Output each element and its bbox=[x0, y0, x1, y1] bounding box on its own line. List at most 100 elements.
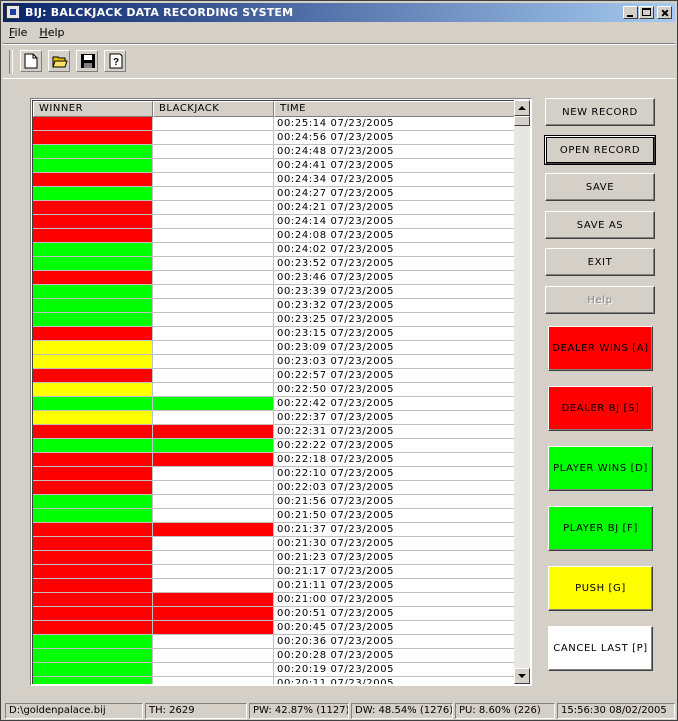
time-cell[interactable]: 00:23:52 07/23/2005 bbox=[274, 257, 516, 271]
winner-cell[interactable] bbox=[33, 229, 153, 243]
app-icon[interactable] bbox=[6, 5, 20, 19]
blackjack-cell[interactable] bbox=[153, 537, 274, 551]
time-cell[interactable]: 00:24:27 07/23/2005 bbox=[274, 187, 516, 201]
winner-cell[interactable] bbox=[33, 467, 153, 481]
table-row[interactable]: 00:23:46 07/23/2005 bbox=[33, 271, 516, 285]
table-row[interactable]: 00:20:51 07/23/2005 bbox=[33, 607, 516, 621]
table-row[interactable]: 00:24:08 07/23/2005 bbox=[33, 229, 516, 243]
winner-cell[interactable] bbox=[33, 411, 153, 425]
time-cell[interactable]: 00:21:11 07/23/2005 bbox=[274, 579, 516, 593]
winner-cell[interactable] bbox=[33, 593, 153, 607]
blackjack-cell[interactable] bbox=[153, 579, 274, 593]
blackjack-cell[interactable] bbox=[153, 411, 274, 425]
winner-cell[interactable] bbox=[33, 397, 153, 411]
blackjack-cell[interactable] bbox=[153, 663, 274, 677]
menu-file[interactable]: File bbox=[3, 24, 33, 41]
time-cell[interactable]: 00:20:11 07/23/2005 bbox=[274, 677, 516, 684]
blackjack-cell[interactable] bbox=[153, 509, 274, 523]
blackjack-cell[interactable] bbox=[153, 523, 274, 537]
push-button[interactable]: PUSH [G] bbox=[548, 566, 653, 611]
winner-cell[interactable] bbox=[33, 621, 153, 635]
table-row[interactable]: 00:22:22 07/23/2005 bbox=[33, 439, 516, 453]
time-cell[interactable]: 00:21:17 07/23/2005 bbox=[274, 565, 516, 579]
blackjack-cell[interactable] bbox=[153, 439, 274, 453]
time-cell[interactable]: 00:21:37 07/23/2005 bbox=[274, 523, 516, 537]
time-cell[interactable]: 00:21:30 07/23/2005 bbox=[274, 537, 516, 551]
winner-cell[interactable] bbox=[33, 453, 153, 467]
blackjack-cell[interactable] bbox=[153, 159, 274, 173]
table-row[interactable]: 00:23:25 07/23/2005 bbox=[33, 313, 516, 327]
blackjack-cell[interactable] bbox=[153, 229, 274, 243]
toolbar-grip[interactable] bbox=[9, 50, 13, 74]
open-file-button[interactable] bbox=[48, 50, 70, 72]
table-row[interactable]: 00:21:56 07/23/2005 bbox=[33, 495, 516, 509]
table-row[interactable]: 00:25:14 07/23/2005 bbox=[33, 117, 516, 131]
winner-cell[interactable] bbox=[33, 495, 153, 509]
winner-cell[interactable] bbox=[33, 313, 153, 327]
time-cell[interactable]: 00:22:31 07/23/2005 bbox=[274, 425, 516, 439]
table-row[interactable]: 00:24:27 07/23/2005 bbox=[33, 187, 516, 201]
winner-cell[interactable] bbox=[33, 145, 153, 159]
blackjack-cell[interactable] bbox=[153, 607, 274, 621]
time-cell[interactable]: 00:24:14 07/23/2005 bbox=[274, 215, 516, 229]
winner-cell[interactable] bbox=[33, 257, 153, 271]
time-cell[interactable]: 00:24:48 07/23/2005 bbox=[274, 145, 516, 159]
records-grid[interactable]: WINNER BLACKJACK TIME 00:25:14 07/23/200… bbox=[32, 100, 516, 684]
table-row[interactable]: 00:21:50 07/23/2005 bbox=[33, 509, 516, 523]
winner-cell[interactable] bbox=[33, 635, 153, 649]
table-row[interactable]: 00:21:30 07/23/2005 bbox=[33, 537, 516, 551]
table-row[interactable]: 00:24:48 07/23/2005 bbox=[33, 145, 516, 159]
winner-cell[interactable] bbox=[33, 649, 153, 663]
close-button[interactable] bbox=[657, 6, 672, 19]
blackjack-cell[interactable] bbox=[153, 285, 274, 299]
blackjack-cell[interactable] bbox=[153, 201, 274, 215]
player-wins-button[interactable]: PLAYER WINS [D] bbox=[548, 446, 653, 491]
new-file-button[interactable] bbox=[20, 50, 42, 72]
cancel-last-button[interactable]: CANCEL LAST [P] bbox=[548, 626, 653, 671]
time-cell[interactable]: 00:23:32 07/23/2005 bbox=[274, 299, 516, 313]
winner-cell[interactable] bbox=[33, 299, 153, 313]
winner-cell[interactable] bbox=[33, 509, 153, 523]
title-bar[interactable]: BIJ: BALCKJACK DATA RECORDING SYSTEM bbox=[3, 3, 675, 22]
scroll-thumb[interactable] bbox=[514, 116, 530, 126]
time-cell[interactable]: 00:25:14 07/23/2005 bbox=[274, 117, 516, 131]
table-row[interactable]: 00:22:37 07/23/2005 bbox=[33, 411, 516, 425]
time-cell[interactable]: 00:22:22 07/23/2005 bbox=[274, 439, 516, 453]
exit-button[interactable]: EXIT bbox=[545, 248, 655, 276]
table-row[interactable]: 00:21:17 07/23/2005 bbox=[33, 565, 516, 579]
winner-cell[interactable] bbox=[33, 383, 153, 397]
winner-cell[interactable] bbox=[33, 341, 153, 355]
winner-cell[interactable] bbox=[33, 215, 153, 229]
blackjack-cell[interactable] bbox=[153, 299, 274, 313]
blackjack-cell[interactable] bbox=[153, 383, 274, 397]
save-button[interactable]: SAVE bbox=[545, 173, 655, 201]
winner-cell[interactable] bbox=[33, 327, 153, 341]
table-row[interactable]: 00:20:19 07/23/2005 bbox=[33, 663, 516, 677]
blackjack-cell[interactable] bbox=[153, 565, 274, 579]
blackjack-cell[interactable] bbox=[153, 397, 274, 411]
winner-cell[interactable] bbox=[33, 271, 153, 285]
blackjack-cell[interactable] bbox=[153, 271, 274, 285]
winner-cell[interactable] bbox=[33, 285, 153, 299]
blackjack-cell[interactable] bbox=[153, 593, 274, 607]
blackjack-cell[interactable] bbox=[153, 313, 274, 327]
table-row[interactable]: 00:22:10 07/23/2005 bbox=[33, 467, 516, 481]
time-cell[interactable]: 00:23:25 07/23/2005 bbox=[274, 313, 516, 327]
dealer-wins-button[interactable]: DEALER WINS [A] bbox=[548, 326, 653, 371]
minimize-button[interactable] bbox=[623, 6, 638, 19]
time-cell[interactable]: 00:20:45 07/23/2005 bbox=[274, 621, 516, 635]
maximize-button[interactable] bbox=[639, 6, 654, 19]
blackjack-cell[interactable] bbox=[153, 327, 274, 341]
table-row[interactable]: 00:24:02 07/23/2005 bbox=[33, 243, 516, 257]
table-row[interactable]: 00:24:56 07/23/2005 bbox=[33, 131, 516, 145]
time-cell[interactable]: 00:21:23 07/23/2005 bbox=[274, 551, 516, 565]
table-row[interactable]: 00:23:52 07/23/2005 bbox=[33, 257, 516, 271]
table-row[interactable]: 00:20:28 07/23/2005 bbox=[33, 649, 516, 663]
table-row[interactable]: 00:21:11 07/23/2005 bbox=[33, 579, 516, 593]
time-cell[interactable]: 00:22:18 07/23/2005 bbox=[274, 453, 516, 467]
winner-cell[interactable] bbox=[33, 187, 153, 201]
time-cell[interactable]: 00:20:51 07/23/2005 bbox=[274, 607, 516, 621]
time-cell[interactable]: 00:22:42 07/23/2005 bbox=[274, 397, 516, 411]
table-row[interactable]: 00:24:34 07/23/2005 bbox=[33, 173, 516, 187]
winner-cell[interactable] bbox=[33, 425, 153, 439]
